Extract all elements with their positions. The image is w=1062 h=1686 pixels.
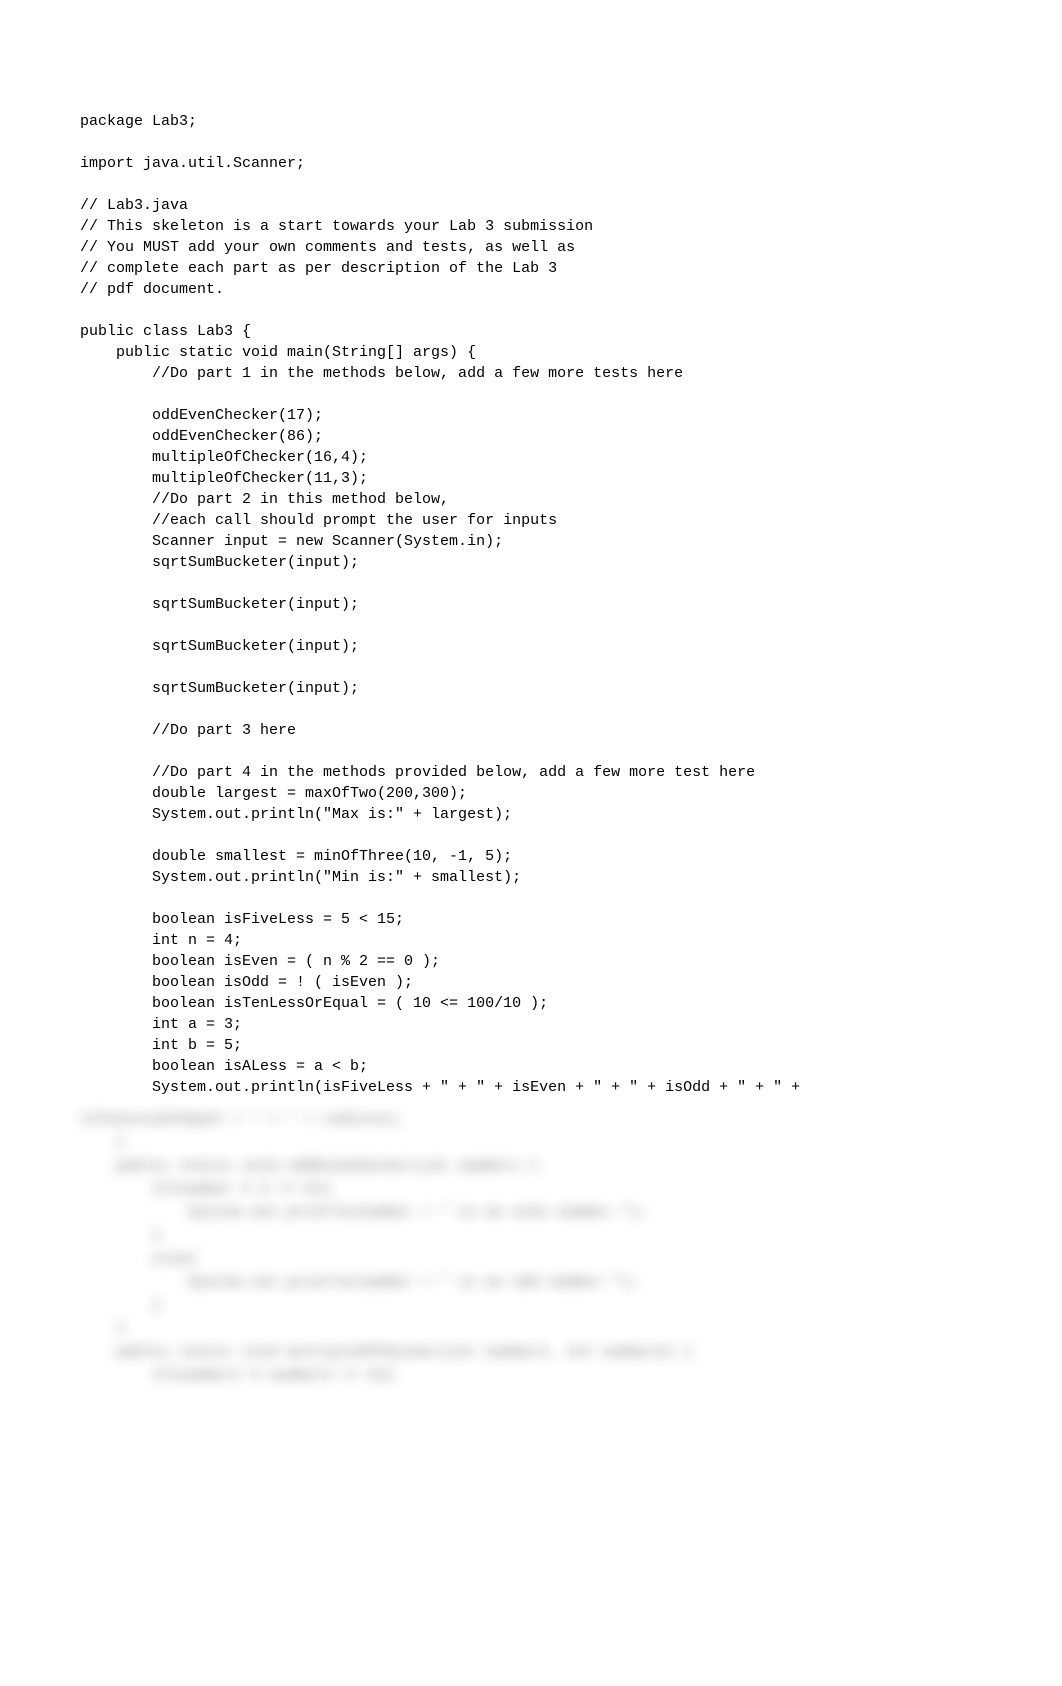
code-line: // You MUST add your own comments and te… [80,239,575,256]
code-line: public class Lab3 { [80,323,251,340]
blurred-line: else{ [80,1248,1062,1271]
code-line: public static void main(String[] args) { [80,344,476,361]
code-line: boolean isALess = a < b; [80,1058,368,1075]
blurred-line: public static void oddEvenChecker(int nu… [80,1155,1062,1178]
code-line: int n = 4; [80,932,242,949]
code-line: boolean isTenLessOrEqual = ( 10 <= 100/1… [80,995,548,1012]
code-line: oddEvenChecker(86); [80,428,323,445]
blurred-line: System.out.println(number + " is an odd … [80,1271,1062,1294]
blurred-line: System.out.println(number + " is an even… [80,1201,1062,1224]
code-line: //Do part 1 in the methods below, add a … [80,365,683,382]
code-line: Scanner input = new Scanner(System.in); [80,533,503,550]
code-line: import java.util.Scanner; [80,155,305,172]
code-line: boolean isFiveLess = 5 < 15; [80,911,404,928]
code-line: //Do part 3 here [80,722,296,739]
document-page: package Lab3; import java.util.Scanner; … [0,0,1062,1686]
blurred-line: if(number % 2 == 0){ [80,1178,1062,1201]
code-line: multipleOfChecker(11,3); [80,470,368,487]
code-line: // pdf document. [80,281,224,298]
code-line: System.out.println("Max is:" + largest); [80,806,512,823]
blurred-preview: isTenLessOrEqual + " + " + isALess); } p… [0,1108,1062,1387]
blurred-line: } [80,1317,1062,1340]
code-line: //Do part 2 in this method below, [80,491,449,508]
code-line: //Do part 4 in the methods provided belo… [80,764,755,781]
code-line: boolean isEven = ( n % 2 == 0 ); [80,953,440,970]
code-line: sqrtSumBucketer(input); [80,638,359,655]
code-line: double smallest = minOfThree(10, -1, 5); [80,848,512,865]
code-line: // complete each part as per description… [80,260,557,277]
code-line: sqrtSumBucketer(input); [80,554,359,571]
blurred-line: } [80,1224,1062,1247]
code-line: int a = 3; [80,1016,242,1033]
code-line: multipleOfChecker(16,4); [80,449,368,466]
code-line: int b = 5; [80,1037,242,1054]
code-line: System.out.println("Min is:" + smallest)… [80,869,521,886]
code-line: package Lab3; [80,113,197,130]
blurred-line: if(number1 % number2 == 0){ [80,1364,1062,1387]
code-block: package Lab3; import java.util.Scanner; … [0,90,1062,1098]
blurred-line: } [80,1294,1062,1317]
code-line: System.out.println(isFiveLess + " + " + … [80,1079,800,1096]
code-line: //each call should prompt the user for i… [80,512,557,529]
code-line: oddEvenChecker(17); [80,407,323,424]
blurred-line: } [80,1131,1062,1154]
blurred-line: isTenLessOrEqual + " + " + isALess); [80,1108,1062,1131]
code-line: sqrtSumBucketer(input); [80,680,359,697]
code-line: // Lab3.java [80,197,188,214]
code-line: double largest = maxOfTwo(200,300); [80,785,467,802]
code-line: boolean isOdd = ! ( isEven ); [80,974,413,991]
code-line: sqrtSumBucketer(input); [80,596,359,613]
code-line: // This skeleton is a start towards your… [80,218,593,235]
blurred-line: public static void multipleOfChecker(int… [80,1341,1062,1364]
